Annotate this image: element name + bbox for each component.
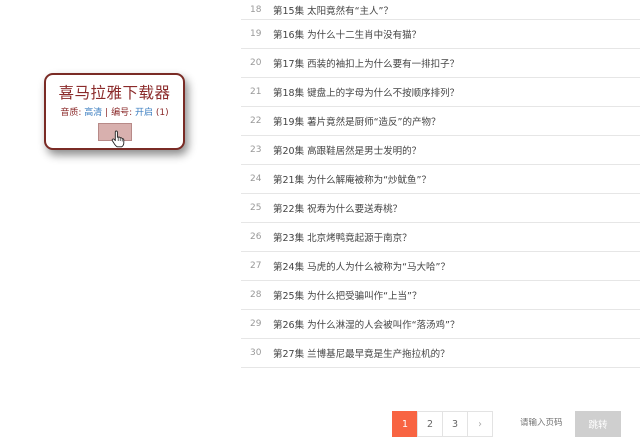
episode-title[interactable]: 第25集 为什么把受骗叫作“上当”？	[273, 288, 421, 302]
episode-row[interactable]: 25 第22集 祝寿为什么要送寿桃？	[241, 194, 640, 223]
episode-title[interactable]: 第24集 马虎的人为什么被称为“马大哈”？	[273, 259, 450, 273]
episode-index: 26	[250, 232, 262, 242]
page-number-input[interactable]	[520, 418, 572, 428]
episode-title[interactable]: 第18集 键盘上的字母为什么不按顺序排列？	[273, 85, 459, 99]
episode-row[interactable]: 26 第23集 北京烤鸭竟起源于南京？	[241, 223, 640, 252]
settings-separator: |	[105, 108, 109, 118]
quality-label: 音质:	[60, 108, 82, 118]
quality-value[interactable]: 高清	[84, 108, 102, 118]
page-button-2[interactable]: 2	[417, 411, 443, 437]
episode-row[interactable]: 20 第17集 西装的袖扣上为什么要有一排扣子？	[241, 49, 640, 78]
widget-settings: 音质: 高清 | 编号: 开启 (1)	[46, 105, 183, 118]
episode-row[interactable]: 30 第27集 兰博基尼最早竟是生产拖拉机的？	[241, 339, 640, 368]
episode-index: 28	[250, 290, 262, 300]
episode-title[interactable]: 第27集 兰博基尼最早竟是生产拖拉机的？	[273, 346, 450, 360]
episode-title[interactable]: 第15集 太阳竟然有“主人”？	[273, 3, 393, 17]
episode-title[interactable]: 第22集 祝寿为什么要送寿桃？	[273, 201, 402, 215]
episode-title[interactable]: 第26集 为什么淋湿的人会被叫作“落汤鸡”？	[273, 317, 459, 331]
episode-title[interactable]: 第19集 薯片竟然是厨师“造反”的产物？	[273, 114, 440, 128]
episode-title[interactable]: 第21集 为什么解庵被称为“炒鱿鱼”？	[273, 172, 431, 186]
episode-index: 20	[250, 58, 262, 68]
downloader-widget: 喜马拉雅下载器 音质: 高清 | 编号: 开启 (1)	[44, 73, 185, 150]
episode-index: 27	[250, 261, 262, 271]
episode-row[interactable]: 27 第24集 马虎的人为什么被称为“马大哈”？	[241, 252, 640, 281]
numbering-label: 编号:	[111, 108, 133, 118]
episode-title[interactable]: 第20集 高跟鞋居然是男士发明的？	[273, 143, 421, 157]
episode-row[interactable]: 18 第15集 太阳竟然有“主人”？	[241, 0, 640, 20]
pagination: 1 2 3 ›	[392, 411, 493, 437]
episode-title[interactable]: 第23集 北京烤鸭竟起源于南京？	[273, 230, 412, 244]
hand-cursor-icon	[111, 130, 125, 148]
episode-row[interactable]: 21 第18集 键盘上的字母为什么不按顺序排列？	[241, 78, 640, 107]
episode-title[interactable]: 第16集 为什么十二生肖中没有猫？	[273, 27, 421, 41]
episode-index: 22	[250, 116, 262, 126]
episode-list: 18 第15集 太阳竟然有“主人”？ 19 第16集 为什么十二生肖中没有猫？ 20…	[241, 0, 640, 368]
episode-row[interactable]: 24 第21集 为什么解庵被称为“炒鱿鱼”？	[241, 165, 640, 194]
episode-index: 18	[250, 4, 262, 15]
episode-row[interactable]: 19 第16集 为什么十二生肖中没有猫？	[241, 20, 640, 49]
numbering-value[interactable]: 开启	[135, 108, 153, 118]
episode-index: 25	[250, 203, 262, 213]
episode-row[interactable]: 22 第19集 薯片竟然是厨师“造反”的产物？	[241, 107, 640, 136]
page-button-3[interactable]: 3	[442, 411, 468, 437]
download-count: (1)	[155, 108, 169, 118]
episode-index: 21	[250, 87, 262, 97]
jump-button[interactable]: 跳转	[575, 411, 621, 437]
widget-title: 喜马拉雅下载器	[58, 84, 171, 102]
episode-index: 23	[250, 145, 262, 155]
next-page-button[interactable]: ›	[467, 411, 493, 437]
episode-index: 30	[250, 348, 262, 358]
episode-row[interactable]: 23 第20集 高跟鞋居然是男士发明的？	[241, 136, 640, 165]
episode-title[interactable]: 第17集 西装的袖扣上为什么要有一排扣子？	[273, 56, 459, 70]
episode-row[interactable]: 29 第26集 为什么淋湿的人会被叫作“落汤鸡”？	[241, 310, 640, 339]
episode-row[interactable]: 28 第25集 为什么把受骗叫作“上当”？	[241, 281, 640, 310]
episode-index: 24	[250, 174, 262, 184]
page-button-1[interactable]: 1	[392, 411, 418, 437]
episode-index: 19	[250, 29, 262, 39]
episode-index: 29	[250, 319, 262, 329]
